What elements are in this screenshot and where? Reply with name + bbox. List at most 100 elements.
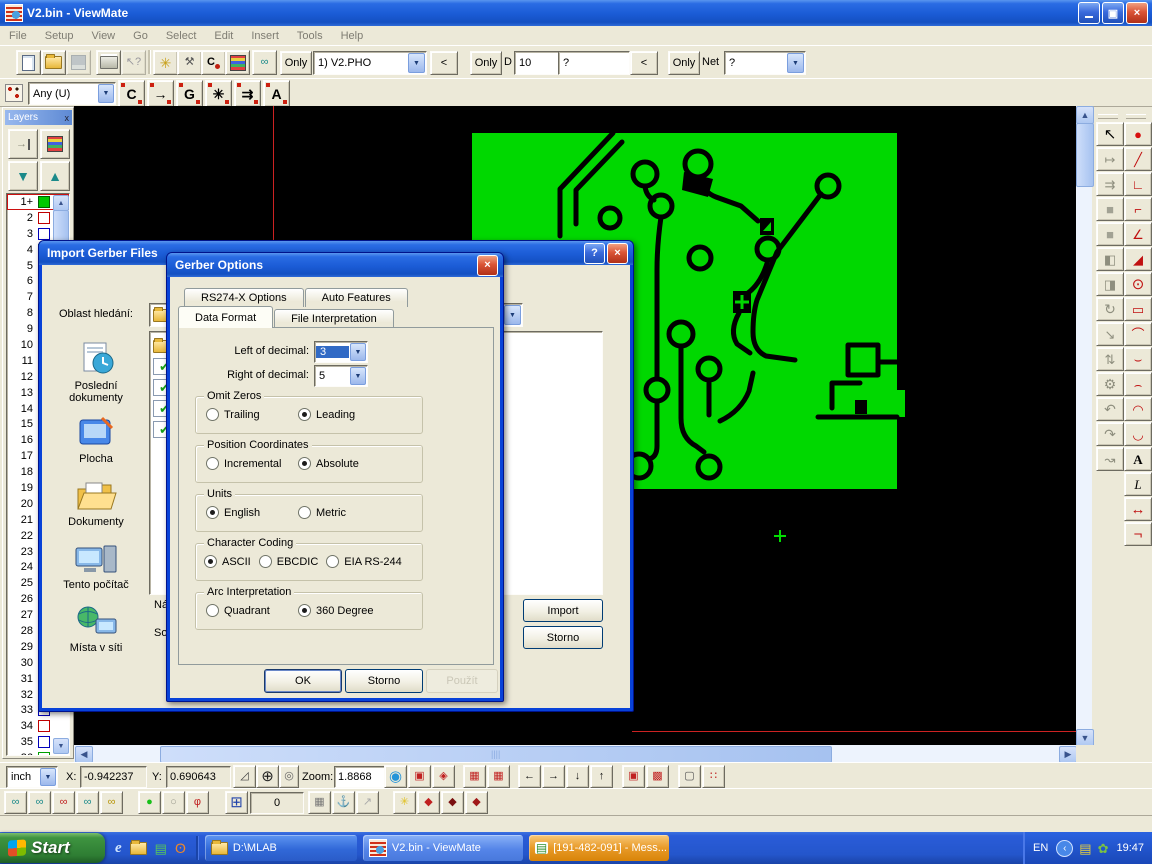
snap-grid-icon[interactable]: ▦ xyxy=(308,791,331,814)
view-dcodes-icon[interactable]: ∞ xyxy=(4,791,27,814)
dcode-next-button[interactable]: ⇉ xyxy=(234,80,261,107)
palette-grip[interactable] xyxy=(1126,114,1146,119)
sidebar-item-desktop[interactable]: Plocha xyxy=(50,404,142,465)
adjust-path-icon[interactable]: ↝ xyxy=(1096,447,1124,471)
vertical-scrollbar[interactable]: ▲ ▼ xyxy=(1076,106,1092,745)
menu-item[interactable]: Tools xyxy=(288,28,332,44)
draw-arc-icon[interactable]: ⌒ xyxy=(1124,322,1152,346)
rotate-center-button[interactable]: ◎ xyxy=(279,765,299,788)
language-indicator[interactable]: EN xyxy=(1033,842,1048,854)
pad-mode-icon[interactable]: ◆ xyxy=(417,791,440,814)
only-net-button[interactable]: Only xyxy=(668,51,700,75)
radio-option[interactable]: 360 Degree xyxy=(298,604,390,617)
menu-item[interactable]: Edit xyxy=(205,28,242,44)
anchor-icon[interactable]: ⚓ xyxy=(332,791,355,814)
radio-option[interactable]: EIA RS-244 xyxy=(326,555,401,568)
tray-flower-icon[interactable]: ✿ xyxy=(1098,842,1109,855)
menu-item[interactable]: Insert xyxy=(242,28,288,44)
draw-circle-icon[interactable]: ⊙ xyxy=(1124,272,1152,296)
context-help-button[interactable]: ↖? xyxy=(121,50,146,75)
view-fill-icon[interactable]: ∞ xyxy=(100,791,123,814)
dcode-goto-button[interactable]: → xyxy=(147,80,174,107)
draw-line-icon[interactable]: ╱ xyxy=(1124,147,1152,171)
menu-item[interactable]: File xyxy=(0,28,36,44)
draw-label-icon[interactable]: L xyxy=(1124,472,1152,496)
radio-option[interactable]: EBCDIC xyxy=(259,555,319,568)
right-of-decimal-combo[interactable]: 5 ▼ xyxy=(314,365,368,387)
prev-layer-button[interactable]: < xyxy=(430,51,458,75)
close-button[interactable]: × xyxy=(1126,2,1148,24)
scroll-right-button[interactable]: ▶ xyxy=(1059,746,1077,763)
save-button[interactable] xyxy=(66,50,91,75)
pan-right-icon[interactable]: → xyxy=(542,765,565,788)
dcode-flash-button[interactable]: ✳ xyxy=(205,80,232,107)
chevron-down-icon[interactable]: ▼ xyxy=(98,84,114,103)
quick-launch-folder-icon[interactable] xyxy=(130,842,147,855)
layer-film-button[interactable] xyxy=(40,129,70,159)
ok-button[interactable]: OK xyxy=(264,669,342,693)
draw-sketch-arc-icon[interactable]: ◡ xyxy=(1124,422,1152,446)
draw-triangle-icon[interactable]: ◢ xyxy=(1124,247,1152,271)
zoom-value-input[interactable]: 1.8868 xyxy=(334,766,385,788)
draw-pad-icon[interactable]: ● xyxy=(1124,122,1152,146)
move-dcode-icon[interactable]: ↦ xyxy=(1096,147,1124,171)
reorder-layers-icon[interactable]: ⇅ xyxy=(1096,347,1124,371)
new-file-button[interactable] xyxy=(16,50,41,75)
mirror-vertical-icon[interactable]: ◧ xyxy=(1096,247,1124,271)
dialog-close-button[interactable]: × xyxy=(477,255,498,276)
probe-icon[interactable]: φ xyxy=(186,791,209,814)
dcode-c-button[interactable]: C xyxy=(118,80,145,107)
measure-view-button[interactable]: ∞ xyxy=(252,50,277,75)
radio-option[interactable]: Leading xyxy=(298,408,390,421)
view-points-icon[interactable]: ∞ xyxy=(76,791,99,814)
zoom-window-icon[interactable]: ▣ xyxy=(408,765,431,788)
tray-collapse-icon[interactable]: ‹ xyxy=(1056,840,1073,857)
quick-launch-book-icon[interactable]: ▤ xyxy=(155,842,167,855)
apply-button[interactable]: Použít xyxy=(426,669,498,693)
layers-panel-titlebar[interactable]: Layers x xyxy=(5,110,72,125)
layer-color-swatch[interactable] xyxy=(38,212,50,224)
dialog-help-button[interactable]: ? xyxy=(584,243,605,264)
sidebar-item-recent[interactable]: Poslední dokumenty xyxy=(50,335,142,404)
pan-down-icon[interactable]: ↓ xyxy=(566,765,589,788)
rotate-icon[interactable]: ↻ xyxy=(1096,297,1124,321)
layers-scroll-down-button[interactable]: ▼ xyxy=(53,738,69,754)
mirror-horizontal-icon[interactable]: ◨ xyxy=(1096,272,1124,296)
sidebar-item-network[interactable]: Místa v síti xyxy=(50,591,142,654)
draw-rectangle-icon[interactable]: ▭ xyxy=(1124,297,1152,321)
view-pads-icon[interactable]: ∞ xyxy=(52,791,75,814)
close-icon[interactable]: x xyxy=(65,113,73,123)
firefox-icon[interactable]: ʘ xyxy=(175,841,186,855)
radio-option[interactable]: Incremental xyxy=(206,457,298,470)
layer-color-swatch[interactable] xyxy=(38,736,50,748)
menu-item[interactable]: Setup xyxy=(36,28,83,44)
pad-dark-icon[interactable]: ◆ xyxy=(441,791,464,814)
settings-gear-icon[interactable]: ⚙ xyxy=(1096,372,1124,396)
area-select-icon[interactable]: ▢ xyxy=(678,765,701,788)
radio-option[interactable]: Trailing xyxy=(206,408,298,421)
start-button[interactable]: Start xyxy=(0,833,105,863)
select-cursor-icon[interactable]: ↖ xyxy=(1096,122,1124,146)
open-file-button[interactable] xyxy=(41,50,66,75)
block-move-icon[interactable]: ■ xyxy=(1096,197,1124,221)
draw-halfcircle-icon[interactable]: ◠ xyxy=(1124,397,1152,421)
split-view-icon[interactable]: ⊞ xyxy=(225,791,248,814)
tab[interactable]: RS274-X Options xyxy=(184,288,304,307)
radio-option[interactable]: English xyxy=(206,506,298,519)
tab[interactable]: Auto Features xyxy=(305,288,408,307)
task-button-messenger[interactable]: ▤ [191-482-091] - Mess... xyxy=(529,835,669,861)
minimize-button[interactable] xyxy=(1078,2,1100,24)
draw-dimension-icon[interactable]: ↔ xyxy=(1124,497,1152,521)
view-traces-icon[interactable]: ∞ xyxy=(28,791,51,814)
lamp-off-icon[interactable]: ○ xyxy=(162,791,185,814)
vector-snap-icon[interactable]: ↗ xyxy=(356,791,379,814)
angle-measure-button[interactable]: ◿ xyxy=(233,765,256,788)
highlight-flash-button[interactable]: ✳ xyxy=(153,50,178,75)
radio-option[interactable]: ASCII xyxy=(204,555,251,568)
chevron-down-icon[interactable]: ▼ xyxy=(504,305,521,325)
grid-copy-icon[interactable]: ▣ xyxy=(622,765,645,788)
menu-item[interactable]: Go xyxy=(124,28,157,44)
dcode-filter-input[interactable]: ? xyxy=(558,51,630,75)
grid-step-value[interactable]: 0 xyxy=(250,792,304,814)
dcode-tools-button[interactable]: ⚒ xyxy=(177,50,202,75)
